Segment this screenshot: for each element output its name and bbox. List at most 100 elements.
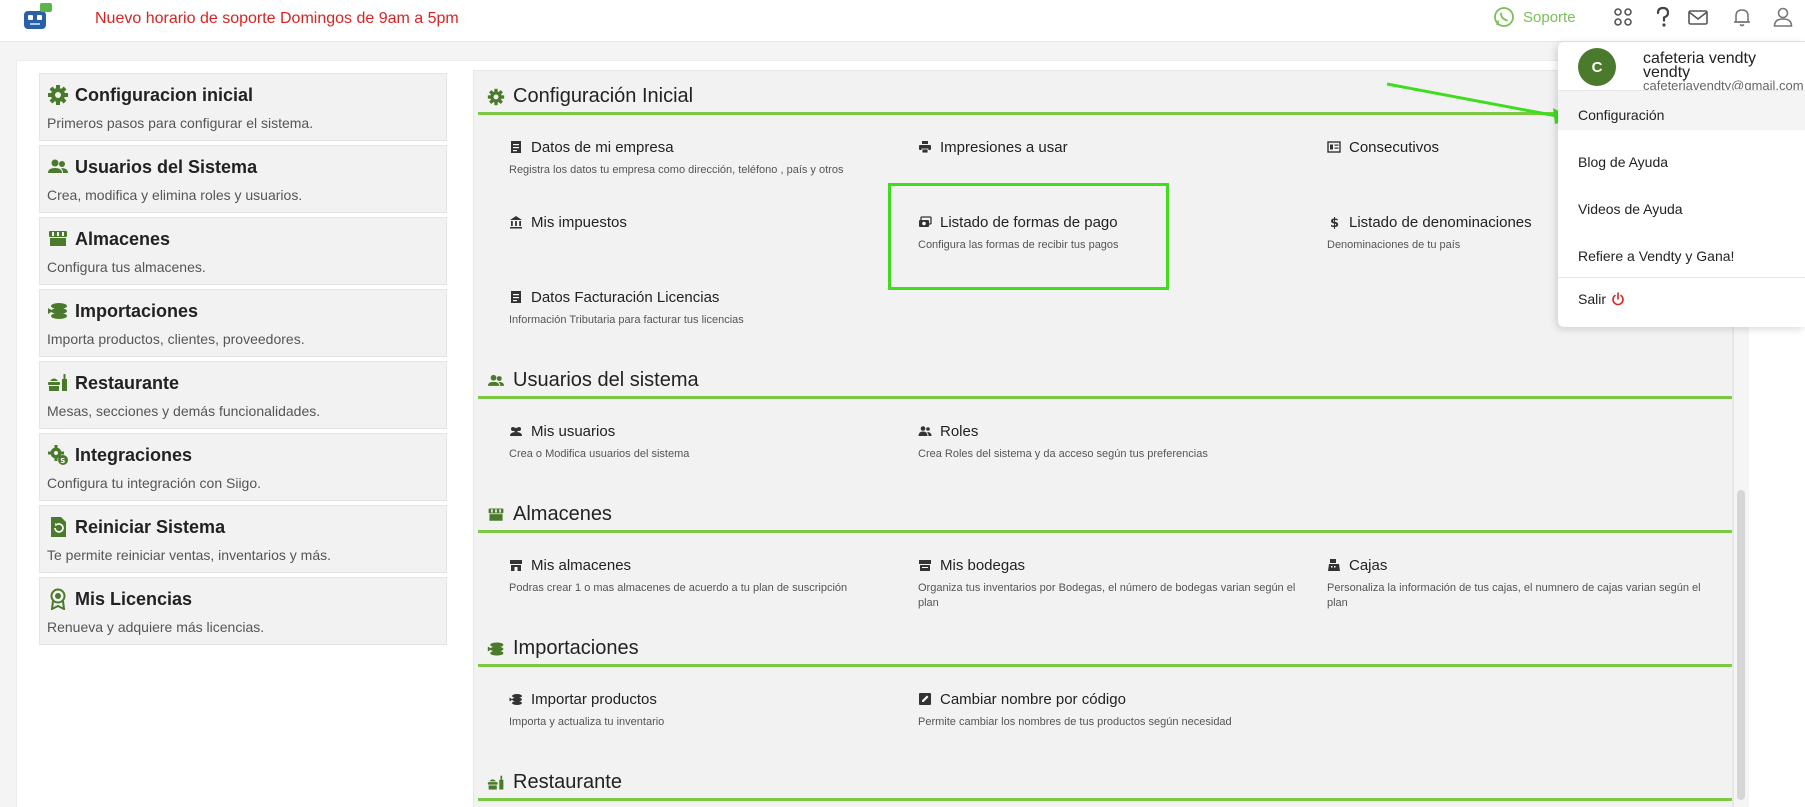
document-icon: [511, 291, 521, 303]
users-icon: [487, 374, 505, 386]
menu-item-importaciones[interactable]: Importaciones Importa productos, cliente…: [39, 289, 447, 357]
user-icon[interactable]: [1772, 6, 1794, 28]
settings-main-panel: Configuración Inicial Datos de mi empres…: [473, 70, 1733, 807]
avatar[interactable]: C: [1578, 48, 1616, 86]
menu-item-reiniciar[interactable]: Reiniciar Sistema Te permite reiniciar v…: [39, 505, 447, 573]
power-icon: [1612, 292, 1624, 306]
card-cambiar-nombre[interactable]: Cambiar nombre por código Permite cambia…: [918, 689, 1298, 730]
support-button[interactable]: Soporte: [1493, 6, 1576, 28]
card-title: Cajas: [1349, 556, 1388, 574]
config-side-menu: Configuracion inicial Primeros pasos par…: [39, 73, 447, 649]
card-mis-bodegas[interactable]: Mis bodegas Organiza tus inventarios por…: [918, 555, 1298, 611]
menu-item-configuracion-inicial[interactable]: Configuracion inicial Primeros pasos par…: [39, 73, 447, 141]
section-restaurante: Restaurante: [478, 767, 1732, 801]
import-icon: [48, 303, 67, 319]
gear-icon: [487, 88, 505, 105]
help-icon[interactable]: [1652, 6, 1674, 28]
card-title: Mis usuarios: [531, 422, 616, 440]
card-desc: Organiza tus inventarios por Bodegas, el…: [918, 582, 1296, 609]
mail-icon[interactable]: [1687, 6, 1709, 28]
svg-text:S: S: [60, 457, 65, 465]
store-icon: [488, 507, 504, 521]
menu-item-title: Usuarios del Sistema: [75, 156, 258, 177]
menu-item-title: Restaurante: [75, 372, 180, 393]
document-icon: [511, 141, 521, 153]
card-desc: Registra los datos tu empresa como direc…: [509, 164, 844, 176]
import-icon: [509, 694, 522, 705]
users-icon: [48, 159, 68, 173]
menu-item-title: Almacenes: [75, 228, 171, 249]
menu-item-licencias[interactable]: Mis Licencias Renueva y adquiere más lic…: [39, 577, 447, 645]
card-mis-almacenes[interactable]: Mis almacenes Podras crear 1 o mas almac…: [509, 555, 889, 596]
restaurant-icon: [48, 374, 67, 391]
reset-icon: [51, 517, 66, 537]
card-desc: Podras crear 1 o mas almacenes de acuerd…: [509, 582, 848, 594]
bank-icon: [510, 216, 522, 229]
license-icon: [50, 588, 66, 610]
integration-icon: S: [48, 445, 68, 465]
card-title: Cambiar nombre por código: [940, 690, 1126, 708]
card-facturacion-licencias[interactable]: Datos Facturación Licencias Información …: [509, 287, 889, 328]
top-bar: Nuevo horario de soporte Domingos de 9am…: [0, 0, 1805, 42]
section-title: Almacenes: [513, 503, 612, 525]
card-title: Impresiones a usar: [940, 138, 1068, 156]
menu-blog-de-ayuda[interactable]: Blog de Ayuda: [1578, 154, 1668, 170]
menu-item-title: Reiniciar Sistema: [75, 516, 226, 537]
card-datos-empresa[interactable]: Datos de mi empresa Registra los datos t…: [509, 137, 889, 178]
printer-icon: [919, 141, 931, 154]
divider: [1558, 277, 1805, 278]
svg-text:$: $: [1330, 216, 1339, 229]
menu-item-desc: Renueva y adquiere más licencias.: [47, 619, 265, 635]
section-title: Usuarios del sistema: [513, 369, 699, 391]
card-title: Importar productos: [531, 690, 657, 708]
menu-item-desc: Primeros pasos para configurar el sistem…: [47, 115, 314, 131]
import-icon: [487, 641, 504, 656]
menu-configuracion[interactable]: Configuración: [1578, 107, 1664, 123]
card-mis-usuarios[interactable]: Mis usuarios Crea o Modifica usuarios de…: [509, 421, 889, 462]
menu-item-title: Integraciones: [75, 444, 193, 465]
roles-icon: [918, 426, 932, 436]
store-icon: [510, 560, 522, 571]
bell-icon[interactable]: [1731, 6, 1753, 28]
card-importar-productos[interactable]: Importar productos Importa y actualiza t…: [509, 689, 889, 730]
menu-item-desc: Te permite reiniciar ventas, inventarios…: [47, 547, 331, 563]
card-desc: Crea o Modifica usuarios del sistema: [509, 448, 690, 460]
scrollbar-thumb[interactable]: [1737, 490, 1745, 800]
menu-item-restaurante[interactable]: Restaurante Mesas, secciones y demás fun…: [39, 361, 447, 429]
menu-item-usuarios[interactable]: Usuarios del Sistema Crea, modifica y el…: [39, 145, 447, 213]
apps-grid-icon[interactable]: [1612, 6, 1634, 28]
card-title: Mis impuestos: [531, 213, 627, 231]
menu-item-integraciones[interactable]: S Integraciones Configura tu integración…: [39, 433, 447, 501]
card-title: Listado de denominaciones: [1349, 213, 1532, 231]
card-cajas[interactable]: Cajas Personaliza la información de tus …: [1327, 555, 1707, 611]
section-title: Configuración Inicial: [513, 85, 694, 107]
card-desc: Permite cambiar los nombres de tus produ…: [918, 716, 1232, 728]
card-impresiones[interactable]: Impresiones a usar: [918, 137, 1298, 163]
card-roles[interactable]: Roles Crea Roles del sistema y da acceso…: [918, 421, 1298, 462]
menu-item-desc: Importa productos, clientes, proveedores…: [47, 331, 305, 347]
edit-icon: [919, 693, 931, 705]
card-title: Roles: [940, 422, 979, 440]
menu-salir[interactable]: Salir: [1578, 291, 1625, 307]
announcement-text: Nuevo horario de soporte Domingos de 9am…: [95, 10, 459, 27]
menu-item-title: Importaciones: [75, 300, 199, 321]
annotation-arrow: [1386, 82, 1573, 124]
card-mis-impuestos[interactable]: Mis impuestos: [509, 212, 889, 238]
support-label: Soporte: [1523, 8, 1576, 26]
user-dropdown-menu: C cafeteria vendty vendty cafeteriavendt…: [1558, 42, 1805, 327]
section-usuarios: Usuarios del sistema: [478, 365, 1732, 399]
menu-videos-de-ayuda[interactable]: Videos de Ayuda: [1578, 201, 1683, 217]
store-icon: [49, 231, 67, 246]
menu-refiere-y-gana[interactable]: Refiere a Vendty y Gana!: [1578, 248, 1734, 264]
menu-item-desc: Configura tu integración con Siigo.: [47, 475, 262, 491]
cash-register-icon: [1328, 559, 1340, 571]
card-desc: Personaliza la información de tus cajas,…: [1327, 582, 1701, 609]
vendty-bot-logo[interactable]: [20, 2, 54, 34]
section-title: Importaciones: [513, 637, 639, 659]
menu-item-almacenes[interactable]: Almacenes Configura tus almacenes.: [39, 217, 447, 285]
restaurant-icon: [487, 775, 504, 790]
whatsapp-icon: [1494, 7, 1514, 27]
user-name: cafeteria vendty vendty: [1643, 51, 1803, 81]
logout-label: Salir: [1578, 291, 1607, 307]
card-desc: Importa y actualiza tu inventario: [509, 716, 665, 728]
